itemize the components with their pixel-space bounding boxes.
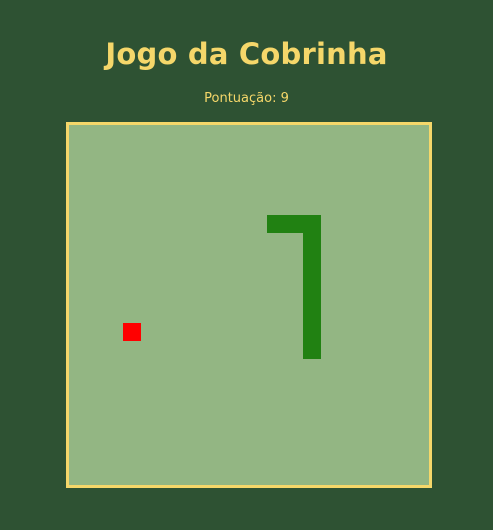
snake-head: [303, 215, 321, 233]
snake-segment: [303, 269, 321, 287]
snake-segment: [303, 341, 321, 359]
snake-segment: [267, 215, 285, 233]
snake-segment: [303, 323, 321, 341]
food: [123, 323, 141, 341]
score-label: Pontuação: 9: [204, 91, 289, 106]
snake-segment: [303, 233, 321, 251]
snake-segment: [285, 215, 303, 233]
game-board[interactable]: [66, 122, 432, 488]
snake-segment: [303, 287, 321, 305]
snake-segment: [303, 251, 321, 269]
snake-segment: [303, 305, 321, 323]
game-title: Jogo da Cobrinha: [105, 37, 388, 72]
